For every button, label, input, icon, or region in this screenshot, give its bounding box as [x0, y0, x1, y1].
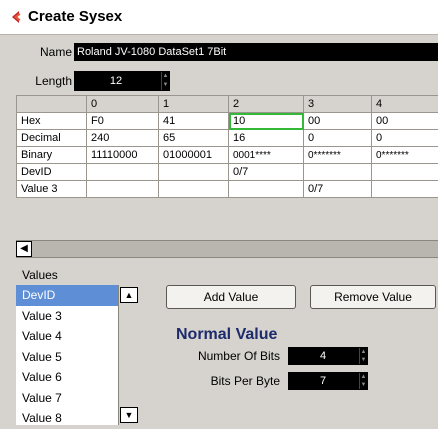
- sysex-grid: 0 1 2 3 4 Hex F0 41 10 00 00 Decimal 240…: [16, 95, 438, 198]
- table-row: DevID 0/7: [16, 163, 438, 181]
- column-header: 4: [371, 95, 438, 113]
- grid-cell[interactable]: 0: [371, 129, 438, 147]
- list-item-selected[interactable]: DevID: [16, 285, 118, 306]
- title-bar: Create Sysex: [0, 0, 438, 35]
- table-row: Hex F0 41 10 00 00: [16, 112, 438, 130]
- table-row: Binary 11110000 01000001 0001**** 0*****…: [16, 146, 438, 164]
- bits-per-byte-value: 7: [319, 375, 327, 387]
- list-item[interactable]: Value 6: [16, 367, 118, 388]
- grid-cell[interactable]: 00: [303, 112, 372, 130]
- grid-cell[interactable]: 41: [158, 112, 229, 130]
- length-value: 12: [109, 75, 123, 87]
- horizontal-scrollbar[interactable]: ◀: [16, 240, 438, 258]
- column-header: 1: [158, 95, 229, 113]
- column-header: 2: [228, 95, 304, 113]
- stepper-arrows-icon[interactable]: ▲ ▼: [359, 373, 367, 389]
- grid-cell[interactable]: 16: [228, 129, 304, 147]
- values-list[interactable]: DevID Value 3 Value 4 Value 5 Value 6 Va…: [16, 285, 118, 425]
- grid-cell[interactable]: 0*******: [371, 146, 438, 164]
- grid-cell[interactable]: 01000001: [158, 146, 229, 164]
- grid-cell[interactable]: 11110000: [86, 146, 159, 164]
- grid-cell[interactable]: 0001****: [228, 146, 304, 164]
- row-label: Binary: [16, 146, 87, 164]
- window-title: Create Sysex: [28, 8, 123, 25]
- bits-per-byte-label: Bits Per Byte: [210, 374, 280, 388]
- arrow-down-icon[interactable]: ▼: [120, 407, 138, 423]
- cubase-logo-icon: [12, 11, 21, 23]
- grid-cell-selected[interactable]: 10: [228, 112, 304, 130]
- length-stepper[interactable]: 12 ▲ ▼: [74, 71, 170, 91]
- stepper-arrows-icon[interactable]: ▲ ▼: [359, 348, 367, 364]
- grid-cell[interactable]: 0*******: [303, 146, 372, 164]
- remove-value-button[interactable]: Remove Value: [310, 285, 436, 309]
- values-title: Values: [22, 268, 58, 282]
- list-item[interactable]: Value 8: [16, 408, 118, 425]
- grid-cell[interactable]: [158, 180, 229, 198]
- column-header: 3: [303, 95, 372, 113]
- grid-cell[interactable]: [228, 180, 304, 198]
- list-item[interactable]: Value 5: [16, 347, 118, 368]
- values-scrollbar[interactable]: ▲ ▼: [118, 285, 139, 425]
- grid-cell[interactable]: 00: [371, 112, 438, 130]
- row-label: Hex: [16, 112, 87, 130]
- grid-cell[interactable]: 0/7: [303, 180, 372, 198]
- normal-value-heading: Normal Value: [176, 326, 278, 343]
- grid-cell[interactable]: [86, 180, 159, 198]
- column-header: 0: [86, 95, 159, 113]
- list-item[interactable]: Value 7: [16, 388, 118, 409]
- number-of-bits-value: 4: [319, 350, 327, 362]
- length-label: Length: [35, 74, 72, 88]
- bits-per-byte-stepper[interactable]: 7 ▲ ▼: [288, 372, 368, 390]
- grid-header-row: 0 1 2 3 4: [16, 95, 438, 113]
- stepper-arrows-icon[interactable]: ▲ ▼: [161, 72, 169, 90]
- create-sysex-window: Create Sysex Name Roland JV-1080 DataSet…: [0, 0, 438, 429]
- number-of-bits-stepper[interactable]: 4 ▲ ▼: [288, 347, 368, 365]
- number-of-bits-label: Number Of Bits: [197, 349, 280, 363]
- grid-cell[interactable]: [371, 163, 438, 181]
- row-label: DevID: [16, 163, 87, 181]
- grid-cell[interactable]: 0: [303, 129, 372, 147]
- grid-cell[interactable]: F0: [86, 112, 159, 130]
- row-label: Value 3: [16, 180, 87, 198]
- arrow-up-icon[interactable]: ▲: [120, 287, 138, 303]
- grid-cell[interactable]: 240: [86, 129, 159, 147]
- grid-cell[interactable]: [303, 163, 372, 181]
- grid-cell[interactable]: [158, 163, 229, 181]
- grid-cell[interactable]: [86, 163, 159, 181]
- name-field[interactable]: Roland JV-1080 DataSet1 7Bit: [74, 43, 438, 61]
- name-value: Roland JV-1080 DataSet1 7Bit: [77, 46, 227, 58]
- arrow-left-icon[interactable]: ◀: [16, 241, 32, 257]
- table-row: Value 3 0/7: [16, 180, 438, 198]
- grid-cell[interactable]: 65: [158, 129, 229, 147]
- list-item[interactable]: Value 3: [16, 306, 118, 327]
- row-label: Decimal: [16, 129, 87, 147]
- grid-cell[interactable]: [371, 180, 438, 198]
- table-row: Decimal 240 65 16 0 0: [16, 129, 438, 147]
- name-label: Name: [39, 45, 72, 59]
- list-item[interactable]: Value 4: [16, 326, 118, 347]
- grid-cell[interactable]: 0/7: [228, 163, 304, 181]
- grid-corner: [16, 95, 87, 113]
- add-value-button[interactable]: Add Value: [166, 285, 296, 309]
